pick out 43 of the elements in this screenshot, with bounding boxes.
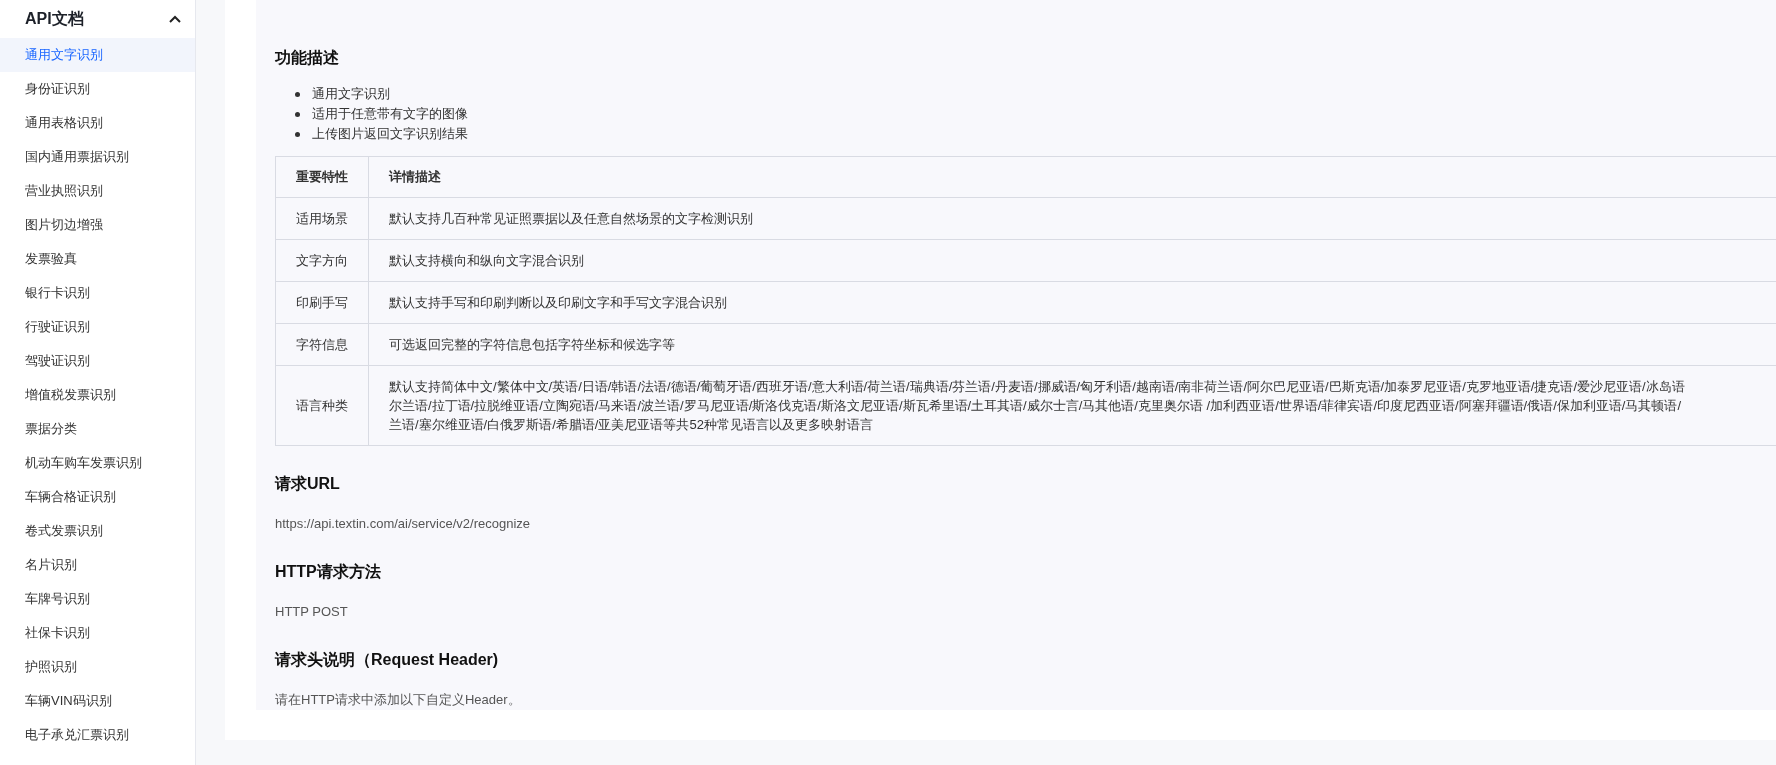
section-text: https://api.textin.com/ai/service/v2/recognize (275, 515, 532, 533)
sidebar-item[interactable]: 票据分类 (0, 412, 195, 446)
sidebar-item[interactable]: 增值税发票识别 (0, 378, 195, 412)
chevron-icon[interactable] (169, 15, 181, 23)
sidebar-item[interactable]: 卷式发票识别 (0, 514, 195, 548)
sidebar-item[interactable]: 驾驶证识别 (0, 344, 195, 378)
sidebar-item[interactable]: 营业执照识别 (0, 174, 195, 208)
section-text: HTTP POST (275, 603, 349, 621)
sidebar-item[interactable]: 名片识别 (0, 548, 195, 582)
sidebar-item[interactable]: 通用文字识别 (0, 38, 195, 72)
section-heading: 请求头说明（Request Header) (275, 650, 500, 670)
table-header-cell: 详情描述 (368, 156, 1776, 198)
sidebar-item[interactable]: 发票验真 (0, 242, 195, 276)
sidebar-item[interactable]: 车辆VIN码识别 (0, 684, 195, 718)
bullet-icon (295, 131, 300, 137)
sidebar-item[interactable]: 电子承兑汇票识别 (0, 718, 195, 752)
section-heading: HTTP请求方法 (275, 562, 382, 582)
sidebar-item[interactable]: 车牌号识别 (0, 582, 195, 616)
table-cell: 字符信息 (275, 323, 369, 366)
sidebar-item[interactable]: 社保卡识别 (0, 616, 195, 650)
table-cell: 适用场景 (275, 197, 369, 240)
table-cell: 语言种类 (275, 365, 369, 446)
sidebar-item[interactable]: 通用表格识别 (0, 106, 195, 140)
table-cell: 印刷手写 (275, 281, 369, 324)
sidebar-item[interactable]: 机动车购车发票识别 (0, 446, 195, 480)
sidebar-item[interactable]: 身份证识别 (0, 72, 195, 106)
bullet-item: 通用文字识别 (312, 85, 390, 103)
sidebar-title: API文档 (25, 8, 84, 29)
bullet-icon (295, 91, 300, 97)
section-heading: 请求URL (275, 474, 341, 494)
table-cell: 文字方向 (275, 239, 369, 282)
sidebar-item[interactable]: 国内通用票据识别 (0, 140, 195, 174)
sidebar-item[interactable]: 图片切边增强 (0, 208, 195, 242)
sidebar-item[interactable]: 行驶证识别 (0, 310, 195, 344)
table-header-cell: 重要特性 (275, 156, 369, 198)
bullet-item: 上传图片返回文字识别结果 (312, 125, 468, 143)
sidebar-item[interactable]: 银行卡识别 (0, 276, 195, 310)
sidebar-item[interactable]: 车辆合格证识别 (0, 480, 195, 514)
bullet-icon (295, 111, 300, 117)
section-heading: 功能描述 (275, 48, 340, 68)
section-text: 请在HTTP请求中添加以下自定义Header。 (275, 691, 522, 709)
sidebar-item[interactable]: 护照识别 (0, 650, 195, 684)
bullet-item: 适用于任意带有文字的图像 (312, 105, 468, 123)
